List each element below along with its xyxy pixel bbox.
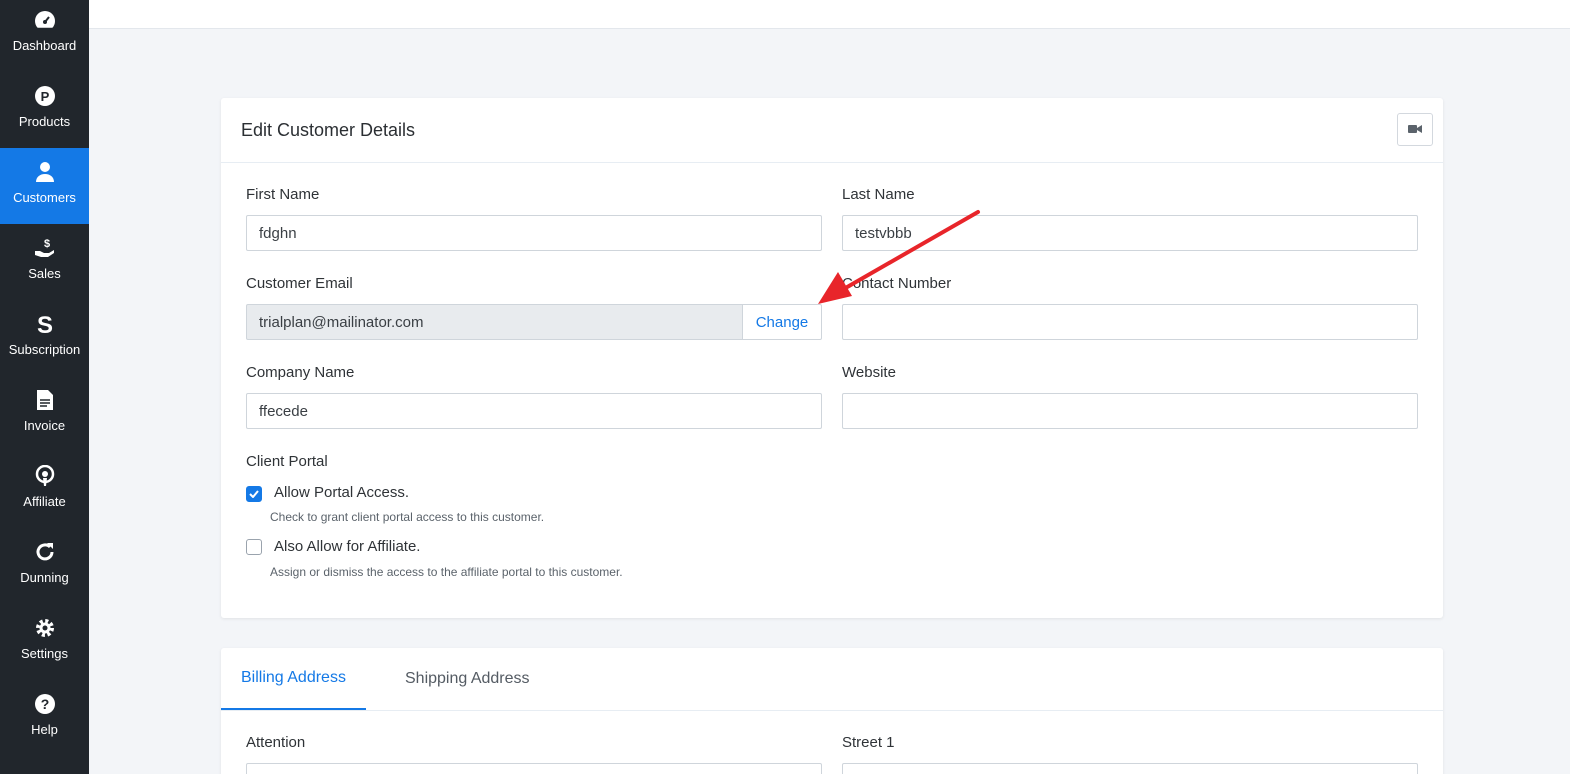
dashboard-icon <box>33 8 57 32</box>
sidebar-item-label: Dashboard <box>12 38 77 53</box>
first-name-input[interactable]: fdghn <box>246 215 822 251</box>
gear-icon <box>34 616 56 640</box>
website-label: Website <box>842 364 896 381</box>
last-name-input[interactable]: testvbbb <box>842 215 1418 251</box>
affiliate-icon <box>34 464 56 488</box>
change-email-button[interactable]: Change <box>742 304 822 340</box>
sidebar-item-products[interactable]: P Products <box>0 72 89 148</box>
sidebar-item-dashboard[interactable]: Dashboard <box>0 0 89 71</box>
sidebar-item-label: Help <box>31 722 58 737</box>
street1-label: Street 1 <box>842 734 895 751</box>
products-icon: P <box>34 84 56 108</box>
sidebar-item-sales[interactable]: $ Sales <box>0 224 89 300</box>
tab-shipping-address[interactable]: Shipping Address <box>405 648 530 710</box>
sidebar-item-label: Products <box>18 114 71 129</box>
svg-text:S: S <box>36 312 52 336</box>
sidebar-item-label: Invoice <box>23 418 66 433</box>
affiliate-help: Assign or dismiss the access to the affi… <box>270 565 623 579</box>
subscription-icon: S <box>34 312 56 336</box>
svg-text:?: ? <box>40 696 49 712</box>
sidebar-item-invoice[interactable]: Invoice <box>0 376 89 452</box>
sidebar-item-help[interactable]: ? Help <box>0 680 89 756</box>
address-card: Billing Address Shipping Address Attenti… <box>221 648 1443 774</box>
sidebar-item-settings[interactable]: Settings <box>0 604 89 680</box>
svg-text:P: P <box>40 89 49 104</box>
top-bar <box>89 0 1570 29</box>
allow-affiliate-checkbox[interactable] <box>246 539 262 555</box>
sidebar-item-label: Affiliate <box>23 494 66 509</box>
card-header: Edit Customer Details <box>221 98 1443 163</box>
refresh-icon <box>34 540 56 564</box>
allow-portal-access-label[interactable]: Allow Portal Access. <box>274 484 409 501</box>
portal-access-help: Check to grant client portal access to t… <box>270 510 545 524</box>
svg-text:$: $ <box>43 238 49 250</box>
invoice-icon <box>36 388 54 412</box>
sidebar-item-label: Settings <box>21 646 68 661</box>
tab-billing-address[interactable]: Billing Address <box>221 648 366 710</box>
checkmark-icon <box>249 485 259 503</box>
first-name-label: First Name <box>246 186 320 203</box>
sidebar-item-label: Subscription <box>8 342 81 357</box>
contact-number-input[interactable] <box>842 304 1418 340</box>
user-icon <box>34 160 56 184</box>
customer-email-label: Customer Email <box>246 275 353 292</box>
sidebar-item-label: Sales <box>28 266 61 281</box>
sidebar-item-label: Dunning <box>20 570 69 585</box>
sidebar-item-dunning[interactable]: Dunning <box>0 528 89 604</box>
edit-customer-card: Edit Customer Details First Name fdghn L… <box>221 98 1443 618</box>
attention-label: Attention <box>246 734 306 751</box>
video-camera-icon <box>1408 121 1422 139</box>
street1-input[interactable] <box>842 763 1418 774</box>
contact-number-label: Contact Number <box>842 275 952 292</box>
company-name-label: Company Name <box>246 364 355 381</box>
website-input[interactable] <box>842 393 1418 429</box>
sidebar: Dashboard P Products Customers $ Sales S… <box>0 0 89 774</box>
tabs-divider <box>221 710 1443 711</box>
sidebar-item-affiliate[interactable]: Affiliate <box>0 452 89 528</box>
attention-input[interactable] <box>246 763 822 774</box>
sidebar-item-subscription[interactable]: S Subscription <box>0 300 89 376</box>
allow-affiliate-label[interactable]: Also Allow for Affiliate. <box>274 538 420 555</box>
sidebar-item-label: Customers <box>13 190 76 205</box>
page-title: Edit Customer Details <box>241 120 416 140</box>
customer-email-input: trialplan@mailinator.com <box>246 304 743 340</box>
company-name-input[interactable]: ffecede <box>246 393 822 429</box>
sidebar-item-customers[interactable]: Customers <box>0 148 89 224</box>
allow-portal-access-checkbox[interactable] <box>246 486 262 502</box>
last-name-label: Last Name <box>842 186 915 203</box>
sales-icon: $ <box>33 236 57 260</box>
video-tutorial-button[interactable] <box>1397 113 1433 146</box>
help-icon: ? <box>34 692 56 716</box>
client-portal-label: Client Portal <box>246 453 328 470</box>
